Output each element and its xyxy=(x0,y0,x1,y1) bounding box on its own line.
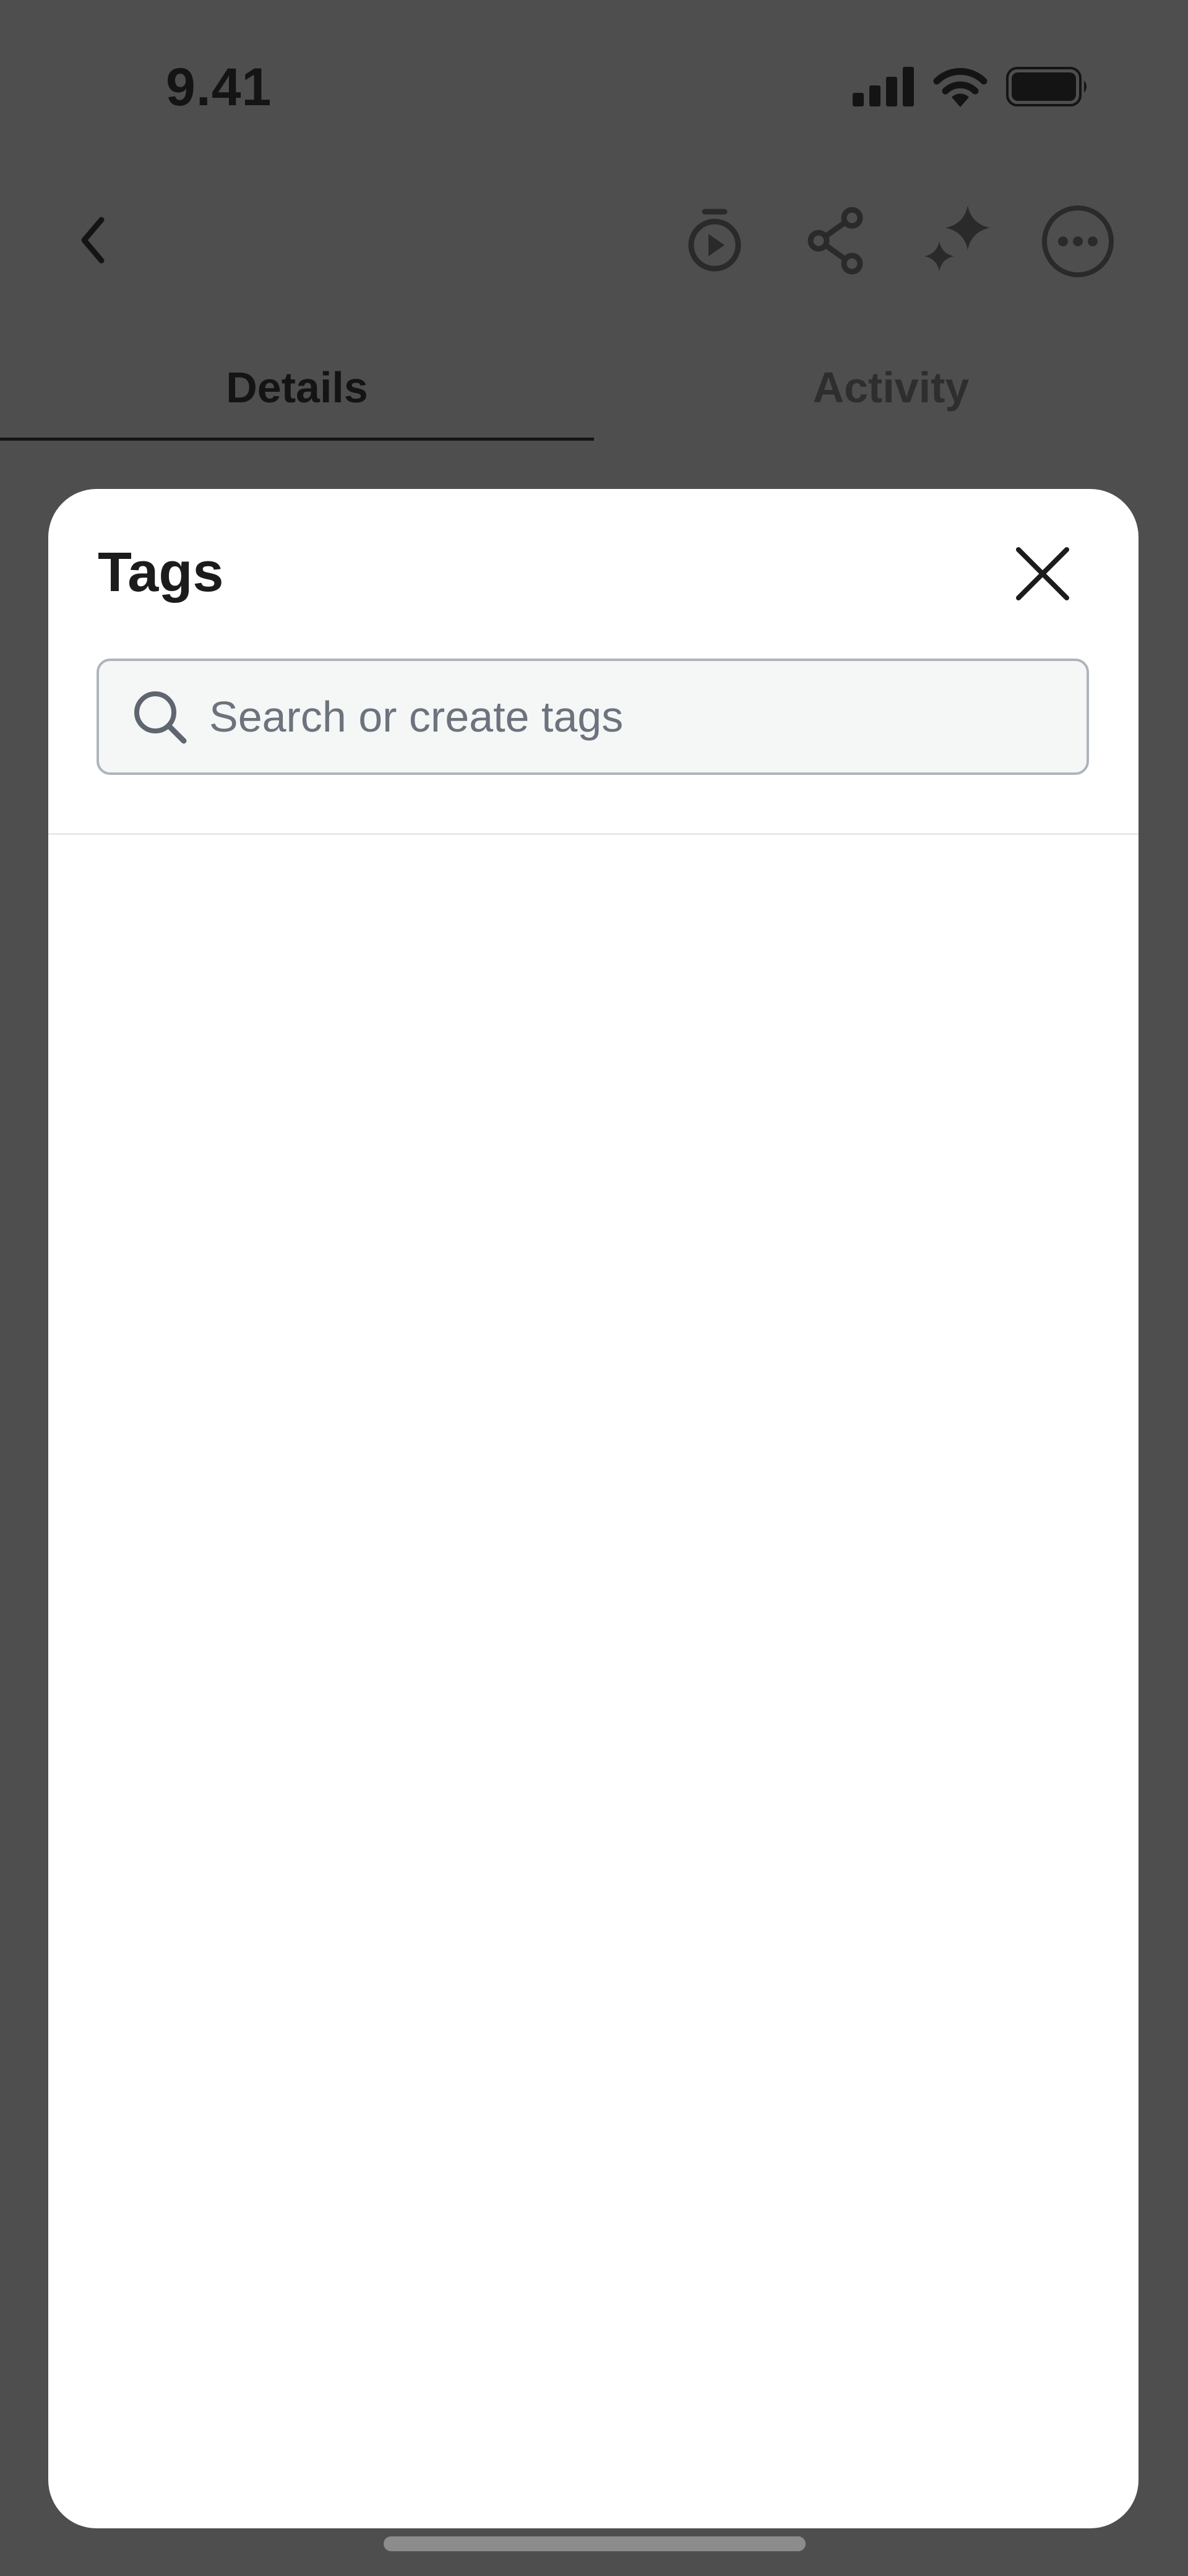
share-icon xyxy=(806,207,868,278)
nav-bar xyxy=(0,186,1188,297)
status-time: 9.41 xyxy=(166,58,272,117)
tag-list xyxy=(48,836,1138,2507)
sheet-title: Tags xyxy=(98,542,224,603)
tags-sheet: Tags xyxy=(48,489,1138,2528)
tab-details[interactable]: Details xyxy=(0,334,594,441)
share-button[interactable] xyxy=(803,207,871,278)
sparkle-icon xyxy=(921,203,995,280)
chevron-left-icon xyxy=(74,212,111,271)
search-icon xyxy=(131,688,188,745)
tab-activity-label: Activity xyxy=(812,363,970,412)
close-icon xyxy=(1015,546,1070,605)
screen: 9.41 Details Activity Tags Search or cre… xyxy=(0,0,1188,2576)
cellular-signal-icon xyxy=(853,66,915,110)
tag-search-input[interactable] xyxy=(209,680,1087,754)
home-indicator[interactable] xyxy=(384,2536,806,2551)
battery-icon xyxy=(1006,66,1089,110)
tag-search-box[interactable] xyxy=(97,659,1089,775)
timer-play-icon xyxy=(684,207,746,278)
ai-sparkle-button[interactable] xyxy=(921,204,995,279)
tab-activity[interactable]: Activity xyxy=(594,334,1188,441)
more-options-button[interactable] xyxy=(1041,205,1115,280)
close-button[interactable] xyxy=(1006,538,1079,612)
active-tab-indicator xyxy=(0,438,594,441)
timer-button[interactable] xyxy=(681,208,749,276)
tab-details-label: Details xyxy=(226,363,368,412)
back-button[interactable] xyxy=(62,210,124,272)
more-icon xyxy=(1041,204,1115,282)
tab-bar: Details Activity xyxy=(0,334,1188,441)
divider xyxy=(48,833,1138,835)
wifi-icon xyxy=(932,66,989,110)
status-icons xyxy=(853,63,1089,113)
status-bar: 9.41 xyxy=(0,0,1188,173)
